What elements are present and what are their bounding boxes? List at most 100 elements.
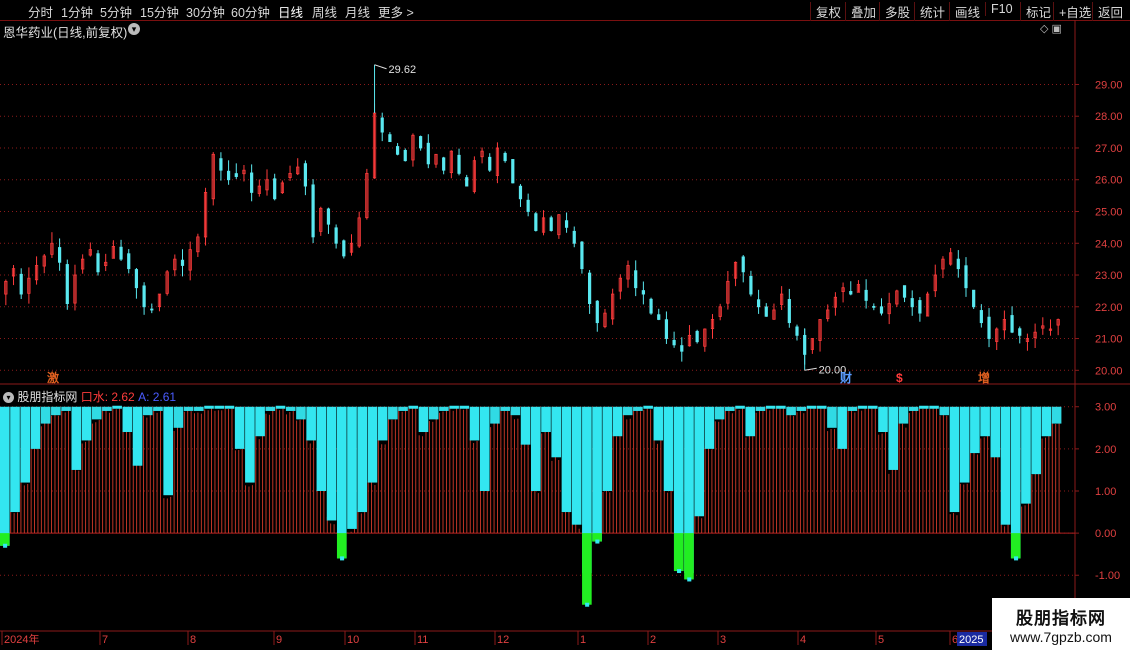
indicator-bar: [91, 406, 102, 534]
time-tick-label: 2024年: [4, 632, 39, 646]
candle: [342, 239, 346, 259]
candle: [564, 212, 569, 233]
indicator-bar: [939, 406, 950, 534]
candle: [157, 293, 162, 312]
time-tick-label: 4: [800, 634, 806, 646]
indicator-bar: [500, 406, 510, 534]
candle: [987, 308, 991, 348]
indicator-bar: [388, 406, 398, 534]
candle: [365, 168, 369, 220]
candle: [749, 270, 753, 297]
indicator-bar: [949, 406, 960, 534]
indicator-tick-label: 1.00: [1095, 486, 1116, 498]
event-marker-zeng[interactable]: 增: [978, 370, 990, 385]
indicator-bar: [71, 406, 82, 534]
watermark-title: 股朋指标网: [1016, 609, 1106, 628]
candle: [756, 289, 761, 314]
candle: [81, 254, 85, 274]
candle: [695, 329, 699, 344]
indicator-bar: [132, 406, 143, 534]
indicator-bar: [888, 406, 899, 534]
candle: [42, 253, 46, 274]
indicator-bar: [919, 405, 929, 534]
candle: [188, 241, 192, 281]
price-tick-label: 23.00: [1095, 270, 1123, 282]
candle: [511, 159, 515, 184]
indicator-bar: [449, 405, 459, 534]
kline-chart[interactable]: 29.0028.0027.0026.0025.0024.0023.0022.00…: [0, 0, 1130, 650]
indicator-bar: [1000, 406, 1011, 534]
indicator-bar: [265, 406, 276, 534]
indicator-bar: [735, 405, 745, 534]
candle: [88, 242, 92, 257]
indicator-bar: [908, 406, 919, 534]
indicator-bar: [234, 406, 245, 534]
candle: [518, 184, 523, 207]
indicator-bar: [694, 406, 704, 534]
candle: [234, 163, 238, 179]
candle: [933, 264, 937, 298]
indicator-bar: [326, 406, 337, 534]
indicator-bar: [725, 406, 735, 534]
candle: [956, 250, 960, 278]
candle: [672, 331, 676, 348]
candle: [1025, 333, 1030, 351]
candle: [703, 328, 707, 352]
candle: [349, 234, 354, 256]
candle: [411, 133, 415, 167]
candle: [787, 288, 791, 328]
candle: [526, 193, 530, 217]
candle: [104, 253, 108, 272]
candle: [879, 298, 884, 316]
candle: [273, 173, 277, 201]
indicator-bar: [755, 406, 766, 534]
candle: [995, 327, 999, 351]
candle: [710, 314, 715, 339]
time-tick-label: 12: [497, 634, 509, 646]
candle: [849, 281, 853, 296]
candle: [19, 268, 23, 299]
indicator-bar: [745, 406, 756, 534]
price-tick-label: 27.00: [1095, 143, 1123, 155]
candle: [242, 164, 246, 182]
candle: [495, 142, 500, 184]
candle: [65, 259, 69, 310]
indicator-bar: [357, 406, 368, 534]
indicator-bar: [224, 405, 235, 534]
indicator-bar: [81, 406, 92, 534]
candle: [872, 303, 876, 311]
indicator-bar: [51, 406, 61, 534]
event-marker-s[interactable]: $: [896, 371, 903, 385]
indicator-bar: [980, 406, 990, 534]
series-1-label: 口水: 2.62: [80, 390, 135, 404]
time-tick-label: 9: [276, 634, 282, 646]
candle: [818, 319, 822, 352]
candle: [73, 264, 77, 311]
indicator-bar: [163, 406, 173, 534]
indicator-bar: [10, 406, 20, 534]
price-tick-label: 22.00: [1095, 302, 1123, 314]
candle: [718, 303, 722, 321]
indicator-bar: [837, 406, 847, 534]
candle: [388, 132, 392, 143]
chevron-down-icon[interactable]: ▾: [3, 392, 14, 404]
candle: [503, 151, 507, 163]
indicator-bar: [336, 406, 347, 561]
candle: [27, 267, 31, 304]
indicator-bar: [806, 405, 817, 534]
candle: [949, 247, 953, 266]
indicator-bar: [428, 406, 439, 534]
high-label: 29.62: [389, 64, 417, 76]
candle: [480, 147, 484, 164]
indicator-bar: [1021, 406, 1031, 534]
candle: [1010, 306, 1014, 334]
indicator-bar: [786, 406, 796, 534]
low-pointer: [804, 367, 817, 371]
indicator-bar: [929, 405, 939, 534]
indicator-bar: [796, 406, 807, 534]
event-marker-cai[interactable]: 财: [839, 370, 852, 385]
event-marker-ji[interactable]: 激: [47, 370, 59, 385]
candle: [1002, 310, 1006, 340]
indicator-bar: [714, 406, 725, 534]
candle: [611, 288, 615, 325]
